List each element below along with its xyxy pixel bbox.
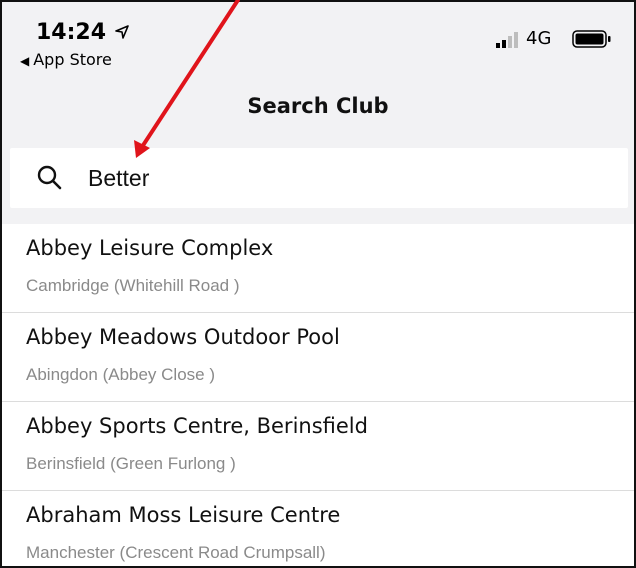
search-input[interactable] xyxy=(88,160,588,196)
search-bar[interactable] xyxy=(10,148,628,208)
club-location: Cambridge (Whitehill Road ) xyxy=(26,276,240,295)
list-item[interactable]: Abbey Sports Centre, Berinsfield Berinsf… xyxy=(2,402,634,491)
back-triangle-icon: ◀ xyxy=(20,54,30,68)
search-icon xyxy=(37,165,62,190)
network-type: 4G xyxy=(526,28,552,49)
club-name: Abbey Sports Centre, Berinsfield xyxy=(26,414,368,438)
page-title: Search Club xyxy=(247,94,389,118)
club-name: Abbey Meadows Outdoor Pool xyxy=(26,325,340,349)
list-item[interactable]: Abbey Meadows Outdoor Pool Abingdon (Abb… xyxy=(2,313,634,402)
phone-screen: 14:24 ◀App Store 4G Search Club Abbey xyxy=(0,0,636,568)
club-location: Berinsfield (Green Furlong ) xyxy=(26,454,236,473)
club-location: Manchester (Crescent Road Crumpsall) xyxy=(26,543,326,562)
list-item[interactable]: Abraham Moss Leisure Centre Manchester (… xyxy=(2,491,634,566)
club-name: Abbey Leisure Complex xyxy=(26,236,274,260)
back-app-label: App Store xyxy=(33,50,112,69)
club-location: Abingdon (Abbey Close ) xyxy=(26,365,216,384)
back-to-app-link[interactable]: ◀ App Store xyxy=(20,50,112,69)
cellular-signal-icon xyxy=(496,32,518,48)
results-list: Abbey Leisure Complex Cambridge (Whitehi… xyxy=(2,224,634,566)
list-item[interactable]: Abbey Leisure Complex Cambridge (Whitehi… xyxy=(2,224,634,313)
status-bar: 14:24 ◀ App Store 4G xyxy=(2,2,634,80)
location-arrow-icon xyxy=(115,25,129,39)
club-name: Abraham Moss Leisure Centre xyxy=(26,503,341,527)
status-time: 14:24 xyxy=(36,20,107,45)
battery-icon xyxy=(572,30,611,48)
